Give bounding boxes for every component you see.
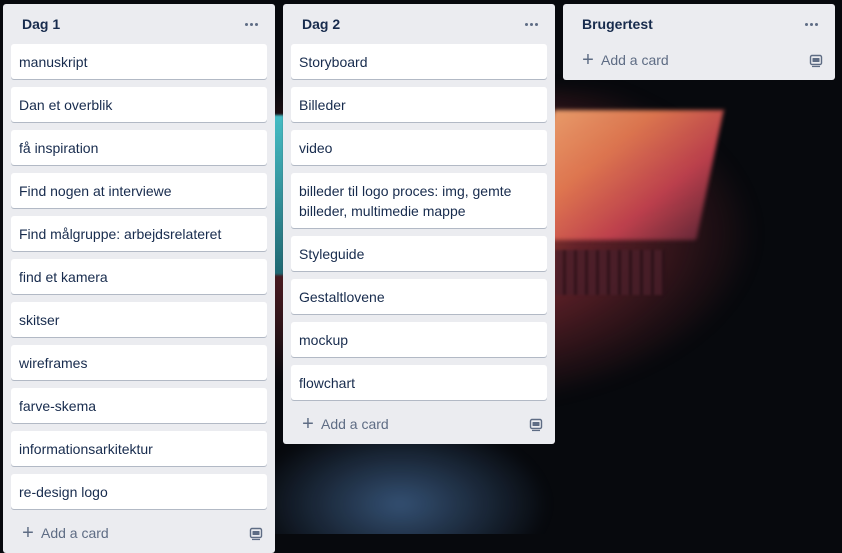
add-card-button[interactable]: + Add a card: [581, 50, 669, 70]
card[interactable]: Styleguide: [291, 236, 547, 271]
list-header: Brugertest: [571, 4, 827, 44]
card[interactable]: Storyboard: [291, 44, 547, 79]
card[interactable]: flowchart: [291, 365, 547, 400]
card[interactable]: video: [291, 130, 547, 165]
list-dag-2: Dag 2 Storyboard Billeder video billeder…: [283, 4, 555, 444]
card[interactable]: wireframes: [11, 345, 267, 380]
list-footer: + Add a card: [571, 40, 827, 80]
card[interactable]: skitser: [11, 302, 267, 337]
card[interactable]: re-design logo: [11, 474, 267, 509]
list-header: Dag 1: [11, 4, 267, 44]
card-template-icon[interactable]: [248, 525, 264, 541]
card[interactable]: Find nogen at interviewe: [11, 173, 267, 208]
list-footer: + Add a card: [11, 513, 267, 553]
add-card-label: Add a card: [41, 525, 109, 541]
laptop-keys-image: [555, 250, 665, 295]
more-horizontal-icon[interactable]: [239, 14, 263, 34]
add-card-button[interactable]: + Add a card: [301, 414, 389, 434]
list-dag-1: Dag 1 manuskript Dan et overblik få insp…: [3, 4, 275, 553]
more-horizontal-icon[interactable]: [519, 14, 543, 34]
card[interactable]: manuskript: [11, 44, 267, 79]
card[interactable]: billeder til logo proces: img, gemte bil…: [291, 173, 547, 228]
card[interactable]: Find målgruppe: arbejdsrelateret: [11, 216, 267, 251]
card-template-icon[interactable]: [528, 416, 544, 432]
list-title[interactable]: Brugertest: [582, 16, 653, 32]
add-card-label: Add a card: [321, 416, 389, 432]
card[interactable]: få inspiration: [11, 130, 267, 165]
plus-icon: +: [302, 413, 314, 435]
add-card-label: Add a card: [601, 52, 669, 68]
card[interactable]: Billeder: [291, 87, 547, 122]
card[interactable]: Gestaltlovene: [291, 279, 547, 314]
list-footer: + Add a card: [291, 404, 547, 444]
card-template-icon[interactable]: [808, 52, 824, 68]
plus-icon: +: [582, 49, 594, 71]
list-brugertest: Brugertest + Add a card: [563, 4, 835, 80]
list-title[interactable]: Dag 2: [302, 16, 340, 32]
card[interactable]: mockup: [291, 322, 547, 357]
add-card-button[interactable]: + Add a card: [21, 523, 109, 543]
more-horizontal-icon[interactable]: [799, 14, 823, 34]
card[interactable]: informationsarkitektur: [11, 431, 267, 466]
plus-icon: +: [22, 522, 34, 544]
card[interactable]: find et kamera: [11, 259, 267, 294]
card[interactable]: farve-skema: [11, 388, 267, 423]
list-header: Dag 2: [291, 4, 547, 44]
list-title[interactable]: Dag 1: [22, 16, 60, 32]
card[interactable]: Dan et overblik: [11, 87, 267, 122]
laptop-screen-image: [526, 110, 724, 240]
